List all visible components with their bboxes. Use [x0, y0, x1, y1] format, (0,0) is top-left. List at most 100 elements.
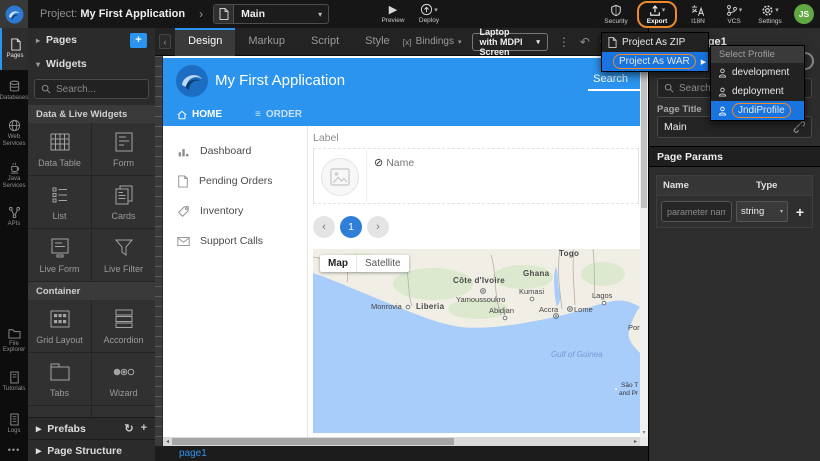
- sidebar-item-web-services[interactable]: Web Services: [0, 112, 28, 154]
- open-page-tab[interactable]: page1: [179, 448, 207, 459]
- add-param-button[interactable]: +: [792, 204, 808, 220]
- vertical-scrollbar[interactable]: ▾: [640, 56, 648, 437]
- collapse-panel-button[interactable]: ‹: [159, 34, 171, 49]
- deploy-label: Deploy: [419, 17, 439, 24]
- widget-list[interactable]: List: [28, 176, 91, 228]
- tab-style[interactable]: Style: [352, 28, 402, 56]
- menu-item-project-as-zip[interactable]: Project As ZIP: [602, 33, 708, 52]
- more-options-icon[interactable]: •••: [0, 445, 28, 459]
- widget-cards[interactable]: Cards: [92, 176, 155, 228]
- wavemaker-logo[interactable]: [0, 0, 28, 28]
- device-preview-dropdown[interactable]: Laptop with MDPI Screen ▾: [472, 33, 548, 51]
- nav-order[interactable]: ≡ ORDER: [255, 109, 302, 120]
- widget-tabs[interactable]: Tabs: [28, 353, 91, 405]
- search-icon: [664, 83, 674, 93]
- vertical-ruler: [155, 56, 163, 446]
- map-button[interactable]: Map: [320, 255, 356, 272]
- svg-text:Abidjan: Abidjan: [489, 306, 514, 315]
- map-type-control: Map Satellite: [320, 255, 409, 272]
- sidebar-item-apis[interactable]: APIs: [0, 196, 28, 238]
- bind-link-icon[interactable]: [793, 121, 805, 133]
- export-icon: ▾: [649, 4, 666, 17]
- param-name-input[interactable]: [661, 201, 732, 222]
- sidebar-item-logs[interactable]: Logs: [0, 403, 28, 445]
- chevron-down-icon: ▾: [434, 6, 438, 14]
- tab-script[interactable]: Script: [298, 28, 352, 56]
- widgets-panel: ▸ Pages + ▾ Widgets Data & Live Widgets …: [28, 28, 155, 461]
- export-button[interactable]: ▾ Export: [642, 1, 672, 28]
- undo-icon[interactable]: ↶: [580, 35, 590, 49]
- menu-item-pending-orders[interactable]: Pending Orders: [163, 166, 307, 196]
- profile-submenu: Select Profile development deployment Jn…: [710, 45, 805, 121]
- refresh-prefabs-icon[interactable]: ↻: [124, 422, 133, 435]
- add-prefab-icon[interactable]: +: [141, 422, 147, 435]
- pagination-prev-button[interactable]: ‹: [313, 216, 335, 238]
- security-button[interactable]: Security: [601, 1, 631, 28]
- widget-grid-layout[interactable]: Grid Layout: [28, 300, 91, 352]
- deploy-button[interactable]: ▾ Deploy: [414, 0, 444, 27]
- map-widget[interactable]: Map Satellite: [313, 249, 640, 433]
- pages-section-header[interactable]: ▸ Pages +: [28, 28, 155, 52]
- tab-markup[interactable]: Markup: [235, 28, 298, 56]
- sidebar-item-file-explorer[interactable]: File Explorer: [0, 319, 28, 361]
- prefabs-section-header[interactable]: ▸ Prefabs ↻ +: [28, 417, 155, 439]
- vertical-scrollbar-thumb[interactable]: [641, 58, 647, 208]
- widget-accordion[interactable]: Accordion: [92, 300, 155, 352]
- scroll-down-arrow[interactable]: ▾: [640, 429, 648, 436]
- page-title-input[interactable]: [664, 121, 793, 133]
- pagination-next-button[interactable]: ›: [367, 216, 389, 238]
- svg-text:São T: São T: [621, 382, 638, 389]
- svg-text:and Pr: and Pr: [619, 390, 639, 397]
- sidebar-item-pages[interactable]: Pages: [0, 28, 28, 70]
- tab-design[interactable]: Design: [175, 28, 235, 56]
- chevron-down-icon: ▾: [536, 38, 540, 46]
- preview-button[interactable]: ▶ Preview: [378, 0, 408, 27]
- profile-deployment[interactable]: deployment: [711, 82, 804, 101]
- menu-item-dashboard[interactable]: Dashboard: [163, 136, 307, 166]
- kebab-menu-icon[interactable]: ⋮: [558, 35, 570, 49]
- globe-icon: [8, 119, 21, 132]
- page-structure-section-header[interactable]: ▸ Page Structure: [28, 439, 155, 461]
- horizontal-scrollbar-thumb[interactable]: [172, 438, 454, 445]
- sidebar-item-java-services[interactable]: Java Services: [0, 154, 28, 196]
- folder-icon: [8, 327, 21, 339]
- bindings-button[interactable]: [x] Bindings ▾: [403, 36, 462, 47]
- preview-label: Preview: [381, 17, 404, 24]
- widget-search[interactable]: [34, 79, 149, 99]
- settings-button[interactable]: ▾ Settings: [755, 1, 785, 28]
- horizontal-scrollbar[interactable]: ◂ ▸: [163, 437, 640, 446]
- widget-wizard[interactable]: Wizard: [92, 353, 155, 405]
- widget-form[interactable]: Form: [92, 123, 155, 175]
- satellite-button[interactable]: Satellite: [356, 255, 409, 272]
- pagination-page-1[interactable]: 1: [340, 216, 362, 238]
- list-item[interactable]: ⊘ Name: [313, 148, 639, 204]
- user-avatar[interactable]: JS: [794, 4, 814, 24]
- menu-item-support-calls[interactable]: Support Calls: [163, 226, 307, 256]
- profile-development[interactable]: development: [711, 63, 804, 82]
- widget-search-input[interactable]: [56, 84, 142, 95]
- sidebar-item-databases[interactable]: Databases: [0, 70, 28, 112]
- security-label: Security: [604, 18, 627, 25]
- nav-home[interactable]: HOME: [177, 109, 222, 120]
- scroll-right-arrow[interactable]: ▸: [631, 438, 640, 445]
- widget-live-form[interactable]: Live Form: [28, 229, 91, 281]
- app-search-link[interactable]: Search: [593, 73, 628, 85]
- breadcrumb-separator-icon: ›: [199, 7, 203, 21]
- scroll-left-arrow[interactable]: ◂: [163, 438, 172, 445]
- i18n-button[interactable]: I18N: [683, 1, 713, 28]
- add-page-button[interactable]: +: [130, 33, 147, 48]
- sidebar-item-tutorials[interactable]: Tutorials: [0, 361, 28, 403]
- widget-data-table[interactable]: Data Table: [28, 123, 91, 175]
- svg-text:Togo: Togo: [559, 249, 579, 258]
- app-body: Dashboard Pending Orders Inventory Suppo…: [163, 126, 640, 437]
- label-widget[interactable]: Label: [313, 132, 640, 148]
- menu-item-project-as-war[interactable]: Project As WAR ▶: [602, 52, 708, 71]
- param-type-select[interactable]: string ▾: [736, 201, 788, 222]
- page-selector-dropdown[interactable]: Main ▾: [213, 4, 329, 24]
- profile-jndiprofile[interactable]: JndiProfile: [711, 101, 804, 120]
- widgets-section-header[interactable]: ▾ Widgets: [28, 52, 155, 76]
- page-params-header: Page Params: [649, 146, 820, 167]
- menu-item-inventory[interactable]: Inventory: [163, 196, 307, 226]
- widget-live-filter[interactable]: Live Filter: [92, 229, 155, 281]
- vcs-button[interactable]: ▾ VCS: [719, 1, 749, 28]
